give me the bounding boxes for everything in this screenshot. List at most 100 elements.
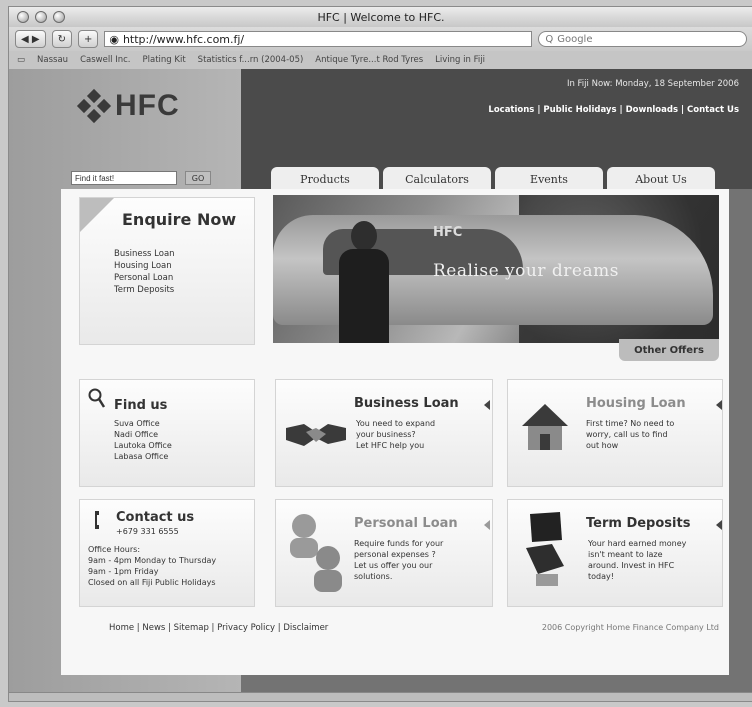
tab-events[interactable]: Events	[495, 167, 603, 191]
link-contact-us[interactable]: Contact Us	[687, 105, 739, 115]
office-link-lautoka[interactable]: Lautoka Office	[114, 440, 172, 451]
search-field[interactable]: Q Google	[538, 31, 747, 47]
contact-us-panel: Contact us +679 331 6555 Office Hours: 9…	[79, 499, 255, 607]
back-forward-button[interactable]: ◀ ▶	[15, 30, 46, 48]
housing-loan-text: First time? No need to worry, call us to…	[586, 418, 674, 451]
business-loan-card[interactable]: Business Loan You need to expand your bu…	[275, 379, 493, 487]
other-offers-tab[interactable]: Other Offers	[619, 339, 719, 361]
page-corner-icon	[80, 198, 114, 232]
enquire-link-personal-loan[interactable]: Personal Loan	[114, 272, 175, 284]
hfc-logo[interactable]: HFC	[76, 88, 180, 124]
globe-icon: ◉	[109, 32, 119, 46]
link-locations[interactable]: Locations	[488, 105, 534, 115]
bookmarks-bar: ▭ Nassau Caswell Inc. Plating Kit Statis…	[9, 51, 752, 70]
web-page: HFC GO In Fiji Now: Monday, 18 September…	[9, 69, 752, 701]
person-image	[335, 221, 393, 343]
bookmark-item[interactable]: Caswell Inc.	[80, 55, 130, 65]
link-downloads[interactable]: Downloads	[626, 105, 678, 115]
magnifier-icon	[88, 388, 106, 408]
text-line: Let us offer you our	[354, 561, 433, 570]
logo-text: HFC	[115, 89, 180, 122]
footer-link-sitemap[interactable]: Sitemap	[174, 623, 209, 633]
main-content: Enquire Now Business Loan Housing Loan P…	[61, 189, 729, 675]
tab-about-us[interactable]: About Us	[607, 167, 715, 191]
footer-link-home[interactable]: Home	[109, 623, 134, 633]
bookmark-item[interactable]: Plating Kit	[143, 55, 186, 65]
business-loan-title: Business Loan	[354, 396, 459, 411]
text-line: Your hard earned money	[588, 539, 687, 548]
text-line: Let HFC help you	[356, 441, 425, 450]
address-bar[interactable]: ◉ http://www.hfc.com.fj/	[104, 31, 533, 47]
arrow-left-icon	[484, 400, 490, 410]
footer-link-news[interactable]: News	[142, 623, 165, 633]
top-links: Locations | Public Holidays | Downloads …	[488, 105, 739, 115]
text-line: Require funds for your	[354, 539, 444, 548]
phone-icon	[95, 511, 99, 529]
browser-toolbar: ◀ ▶ ↻ + ◉ http://www.hfc.com.fj/ Q Googl…	[9, 27, 752, 51]
term-deposits-text: Your hard earned money isn't meant to la…	[588, 538, 686, 582]
text-line: You need to expand	[356, 419, 436, 428]
arrow-left-icon	[716, 400, 722, 410]
fiji-now-date: In Fiji Now: Monday, 18 September 2006	[566, 79, 739, 89]
find-us-list: Suva Office Nadi Office Lautoka Office L…	[114, 418, 172, 462]
piggy-bank-icon	[526, 512, 564, 586]
banner-tagline: Realise your dreams	[433, 261, 619, 281]
text-line: First time? No need to	[586, 419, 675, 428]
text-line: today!	[588, 572, 614, 581]
status-bar	[9, 692, 752, 701]
housing-loan-card[interactable]: Housing Loan First time? No need to worr…	[507, 379, 723, 487]
bookmark-item[interactable]: Living in Fiji	[435, 55, 485, 65]
office-hours-title: Office Hours:	[88, 545, 141, 554]
handshake-icon	[286, 424, 346, 446]
business-loan-text: You need to expand your business? Let HF…	[356, 418, 435, 451]
add-bookmark-button[interactable]: +	[77, 30, 99, 48]
url-text: http://www.hfc.com.fj/	[122, 32, 245, 46]
logo-diamonds-icon	[76, 88, 112, 124]
copyright-text: 2006 Copyright Home Finance Company Ltd	[541, 623, 719, 632]
enquire-link-business-loan[interactable]: Business Loan	[114, 248, 175, 260]
link-public-holidays[interactable]: Public Holidays	[543, 105, 616, 115]
tab-calculators[interactable]: Calculators	[383, 167, 491, 191]
bookmark-item[interactable]: Antique Tyre...t Rod Tyres	[315, 55, 423, 65]
search-placeholder: Google	[557, 33, 593, 45]
enquire-link-term-deposits[interactable]: Term Deposits	[114, 284, 175, 296]
reload-button[interactable]: ↻	[51, 30, 72, 48]
text-line: out how	[586, 441, 619, 450]
personal-loan-text: Require funds for your personal expenses…	[354, 538, 443, 582]
footer-link-privacy-policy[interactable]: Privacy Policy	[217, 623, 275, 633]
contact-phone: +679 331 6555	[116, 527, 179, 536]
personal-loan-title: Personal Loan	[354, 516, 458, 531]
office-link-labasa[interactable]: Labasa Office	[114, 451, 172, 462]
office-link-nadi[interactable]: Nadi Office	[114, 429, 172, 440]
window-title: HFC | Welcome to HFC.	[317, 10, 445, 24]
title-bar: HFC | Welcome to HFC.	[9, 7, 752, 27]
personal-loan-card[interactable]: Personal Loan Require funds for your per…	[275, 499, 493, 607]
enquire-list: Business Loan Housing Loan Personal Loan…	[114, 248, 175, 296]
go-button[interactable]: GO	[185, 171, 211, 185]
housing-loan-title: Housing Loan	[586, 396, 686, 411]
hours-line: 9am - 1pm Friday	[88, 567, 159, 576]
bookmarks-book-icon[interactable]: ▭	[17, 55, 25, 65]
hours-line: 9am - 4pm Monday to Thursday	[88, 556, 217, 565]
main-tabs: Products Calculators Events About Us	[271, 167, 715, 191]
term-deposits-card[interactable]: Term Deposits Your hard earned money isn…	[507, 499, 723, 607]
site-search-input[interactable]	[71, 171, 177, 185]
bookmark-item[interactable]: Statistics f...rn (2004-05)	[198, 55, 304, 65]
text-line: your business?	[356, 430, 416, 439]
banner-hfc-brand: HFC	[433, 225, 463, 240]
enquire-link-housing-loan[interactable]: Housing Loan	[114, 260, 175, 272]
enquire-title: Enquire Now	[122, 210, 237, 229]
arrow-left-icon	[484, 520, 490, 530]
office-link-suva[interactable]: Suva Office	[114, 418, 172, 429]
arrow-left-icon	[716, 520, 722, 530]
people-icon	[290, 514, 342, 592]
enquire-now-panel: Enquire Now Business Loan Housing Loan P…	[79, 197, 255, 345]
find-us-panel: Find us Suva Office Nadi Office Lautoka …	[79, 379, 255, 487]
tab-products[interactable]: Products	[271, 167, 379, 191]
find-us-title: Find us	[114, 398, 168, 413]
footer-link-disclaimer[interactable]: Disclaimer	[283, 623, 328, 633]
office-hours: Office Hours: 9am - 4pm Monday to Thursd…	[88, 544, 216, 588]
bookmark-item[interactable]: Nassau	[37, 55, 68, 65]
hero-banner[interactable]: HFC Realise your dreams	[273, 195, 719, 343]
text-line: solutions.	[354, 572, 393, 581]
